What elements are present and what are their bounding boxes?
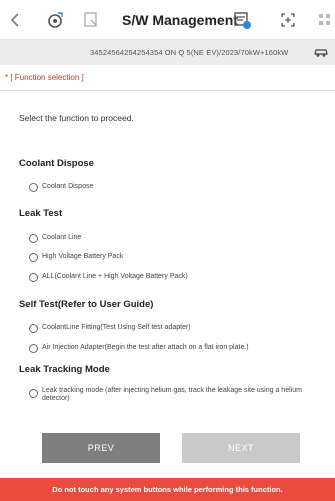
option-label: CoolantLine Fitting(Test Using Self test…: [42, 324, 191, 331]
option-label: Leak tracking mode (after injecting heli…: [42, 387, 302, 402]
option-label: Coolant Line: [42, 234, 82, 241]
document-icon[interactable]: [80, 9, 102, 31]
app-header: S/W Management: [0, 0, 335, 40]
section-label: * [ Function selection ]: [5, 73, 84, 82]
option-air-injection-adapter[interactable]: Air Injection Adapter(Begin the test aft…: [29, 344, 249, 353]
prev-button[interactable]: PREV: [42, 433, 160, 463]
option-label: ALL(Coolant Line + High Voltage Battery …: [42, 273, 188, 280]
grid-icon[interactable]: [314, 9, 335, 31]
option-label: Coolant Dispose: [42, 183, 94, 190]
radio-button[interactable]: [29, 389, 38, 398]
next-button[interactable]: NEXT: [182, 433, 300, 463]
expand-icon[interactable]: [277, 9, 299, 31]
option-label: High Voltage Battery Pack: [42, 253, 124, 260]
vehicle-icon[interactable]: [313, 44, 329, 60]
option-leak-tracking-mode[interactable]: Leak tracking mode (after injecting heli…: [29, 387, 329, 403]
vehicle-info-text: 34524564254254354 ON Q 5(NE EV)/2023/70k…: [90, 48, 289, 57]
back-chevron-icon[interactable]: [6, 10, 24, 30]
group-title-leak-tracking: Leak Tracking Mode: [19, 364, 110, 375]
radio-button[interactable]: [29, 253, 38, 262]
option-label: Air Injection Adapter(Begin the test aft…: [42, 344, 249, 351]
radio-button[interactable]: [29, 344, 38, 353]
option-all-leak-test[interactable]: ALL(Coolant Line + High Voltage Battery …: [29, 273, 188, 282]
settings-refresh-icon[interactable]: [44, 9, 66, 31]
instruction-text: Select the function to proceed.: [19, 113, 134, 123]
vehicle-info-bar: 34524564254254354 ON Q 5(NE EV)/2023/70k…: [0, 40, 335, 65]
warning-banner: Do not touch any system buttons while pe…: [0, 478, 335, 501]
option-coolant-dispose[interactable]: Coolant Dispose: [29, 183, 93, 192]
radio-button[interactable]: [29, 234, 38, 243]
group-title-self-test: Self Test(Refer to User Guide): [19, 299, 154, 310]
option-hv-battery-pack[interactable]: High Voltage Battery Pack: [29, 253, 123, 262]
option-coolantline-fitting[interactable]: CoolantLine Fitting(Test Using Self test…: [29, 324, 191, 333]
option-coolant-line[interactable]: Coolant Line: [29, 234, 81, 243]
group-title-leak-test: Leak Test: [19, 208, 63, 219]
page-title: S/W Management: [122, 12, 238, 28]
radio-button[interactable]: [29, 273, 38, 282]
report-icon[interactable]: [231, 9, 253, 31]
radio-button[interactable]: [29, 183, 38, 192]
radio-button[interactable]: [29, 324, 38, 333]
section-divider: [0, 90, 335, 91]
group-title-coolant-dispose: Coolant Dispose: [19, 158, 94, 169]
